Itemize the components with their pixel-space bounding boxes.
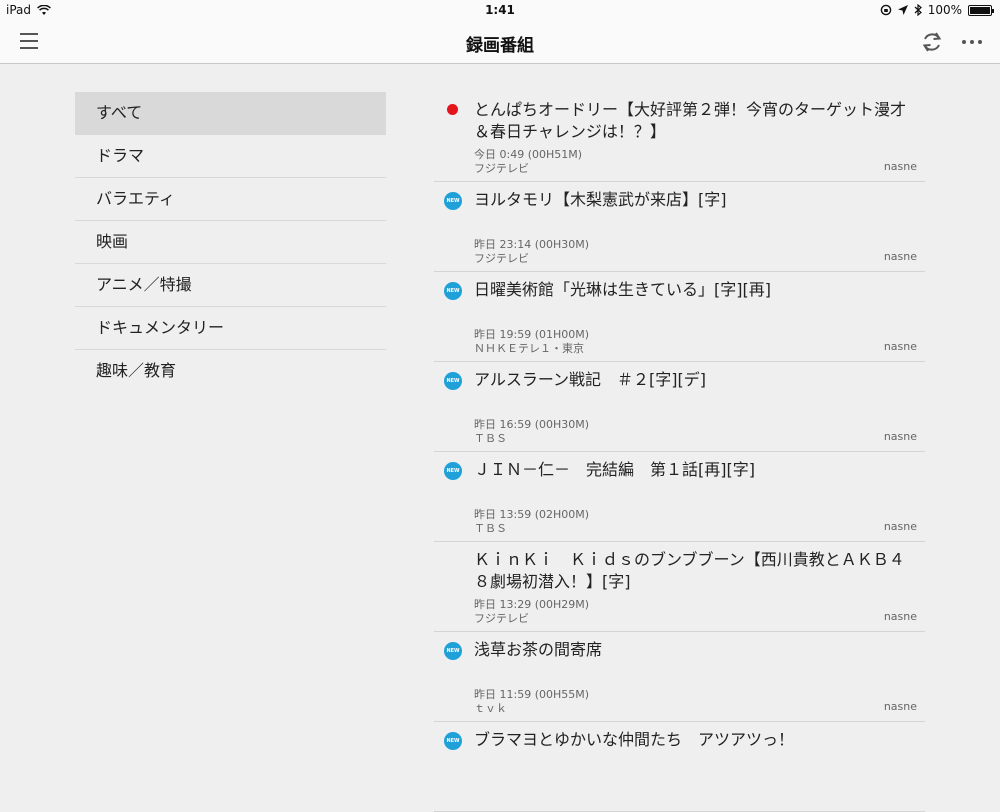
recorder-device: nasne (883, 340, 917, 353)
clock: 1:41 (485, 3, 515, 17)
more-dot (962, 40, 966, 44)
recorder-device: nasne (883, 250, 917, 263)
program-channel: フジテレビ (474, 612, 529, 625)
recording-list: とんぱちオードリー【大好評第２弾！今宵のターゲット漫才＆春日チャレンジは！？】 … (434, 92, 925, 812)
program-title: 浅草お茶の間寄席 (474, 640, 603, 659)
sidebar-item-documentary[interactable]: ドキュメンタリー (75, 307, 386, 350)
new-badge-icon: NEW (444, 282, 462, 300)
program-channel: フジテレビ (474, 252, 529, 265)
recording-row[interactable]: NEW 浅草お茶の間寄席 昨日 11:59 (00H55M) ｔｖｋ nasne (434, 632, 925, 722)
sidebar-item-anime[interactable]: アニメ／特撮 (75, 264, 386, 307)
recording-row[interactable]: NEW 日曜美術館「光琳は生きている」[字][再] 昨日 19:59 (01H0… (434, 272, 925, 362)
recording-row[interactable]: NEW アルスラーン戦記 ＃２[字][デ] 昨日 16:59 (00H30M) … (434, 362, 925, 452)
new-badge-icon: NEW (444, 372, 462, 390)
more-options-button[interactable] (960, 30, 984, 54)
battery-percent: 100% (927, 3, 962, 17)
recorder-device: nasne (883, 700, 917, 713)
program-title: ブラマヨとゆかいな仲間たち アツアツっ！ (474, 730, 795, 749)
rotation-lock-icon (880, 4, 891, 16)
refresh-button[interactable] (920, 30, 944, 54)
program-title: アルスラーン戦記 ＃２[字][デ] (474, 370, 707, 389)
program-title: ＪＩＮ－仁－ 完結編 第１話[再][字] (474, 460, 755, 479)
more-dot (970, 40, 974, 44)
recording-row[interactable]: ＫｉｎＫｉ Ｋｉｄｓのブンブブーン【西川貴教とＡＫＢ４８劇場初潜入！】[字] 昨… (434, 542, 925, 632)
recording-row[interactable]: NEW ヨルタモリ【木梨憲武が来店】[字] 昨日 23:14 (00H30M) … (434, 182, 925, 272)
recording-row[interactable]: NEW ＪＩＮ－仁－ 完結編 第１話[再][字] 昨日 13:59 (02H00… (434, 452, 925, 542)
program-title: とんぱちオードリー【大好評第２弾！今宵のターゲット漫才＆春日チャレンジは！？】 (474, 100, 907, 141)
new-badge-icon: NEW (444, 192, 462, 210)
recorder-device: nasne (883, 160, 917, 173)
new-badge-icon: NEW (444, 642, 462, 660)
program-channel: ＴＢＳ (474, 432, 507, 445)
navigation-bar: 録画番組 (0, 20, 1000, 64)
recorder-device: nasne (883, 430, 917, 443)
sidebar-item-hobby-education[interactable]: 趣味／教育 (75, 350, 386, 393)
recorder-device: nasne (883, 610, 917, 623)
status-bar: iPad 1:41 100% (0, 0, 1000, 20)
program-title: ＫｉｎＫｉ Ｋｉｄｓのブンブブーン【西川貴教とＡＫＢ４８劇場初潜入！】[字] (474, 550, 905, 591)
refresh-icon (922, 32, 942, 52)
program-channel: ｔｖｋ (474, 702, 507, 715)
program-channel: ＮＨＫＥテレ１・東京 (474, 342, 584, 355)
recording-indicator-icon (447, 104, 458, 115)
new-badge-icon: NEW (444, 462, 462, 480)
page-title: 録画番組 (466, 36, 534, 56)
sidebar-item-movie[interactable]: 映画 (75, 221, 386, 264)
more-dot (978, 40, 982, 44)
recording-row[interactable]: NEW ブラマヨとゆかいな仲間たち アツアツっ！ (434, 722, 925, 812)
program-title: ヨルタモリ【木梨憲武が来店】[字] (474, 190, 727, 209)
recorder-device: nasne (883, 520, 917, 533)
new-badge-icon: NEW (444, 732, 462, 750)
program-channel: フジテレビ (474, 162, 529, 175)
program-channel: ＴＢＳ (474, 522, 507, 535)
bluetooth-icon (914, 4, 922, 16)
program-title: 日曜美術館「光琳は生きている」[字][再] (474, 280, 771, 299)
recording-row[interactable]: とんぱちオードリー【大好評第２弾！今宵のターゲット漫才＆春日チャレンジは！？】 … (434, 92, 925, 182)
sidebar-item-variety[interactable]: バラエティ (75, 178, 386, 221)
genre-sidebar: すべて ドラマ バラエティ 映画 アニメ／特撮 ドキュメンタリー 趣味／教育 (75, 92, 386, 393)
status-right: 100% (880, 3, 994, 17)
battery-icon (968, 4, 994, 16)
sidebar-item-drama[interactable]: ドラマ (75, 135, 386, 178)
location-icon (897, 5, 908, 15)
sidebar-item-all[interactable]: すべて (75, 92, 386, 135)
